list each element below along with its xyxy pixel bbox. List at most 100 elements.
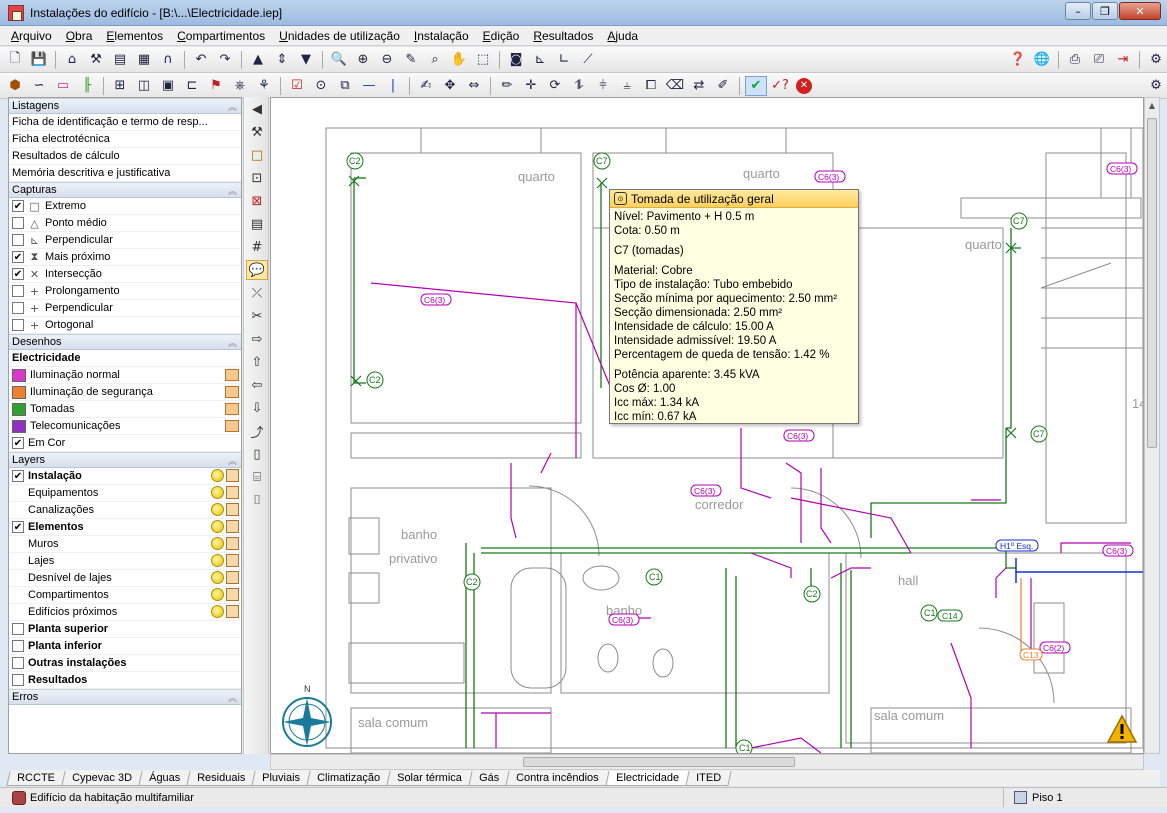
layer-row[interactable]: Desnível de lajes xyxy=(9,570,241,587)
drawing-style-icon[interactable] xyxy=(225,369,239,381)
layer-checkbox[interactable] xyxy=(12,640,24,652)
zoom-icon[interactable]: ⊖ xyxy=(376,50,398,70)
module-tab[interactable]: Residuais xyxy=(186,771,256,786)
check-question-icon[interactable]: ✓? xyxy=(769,76,791,96)
close-button[interactable]: ✕ xyxy=(1119,2,1161,20)
web-icon[interactable]: 🌐 xyxy=(1031,50,1053,70)
capture-checkbox[interactable] xyxy=(12,234,24,246)
em-cor-checkbox[interactable]: ✔ xyxy=(12,437,24,449)
circuit-tag[interactable]: C7 xyxy=(1010,212,1028,230)
riser-icon[interactable]: ⌸ xyxy=(246,467,268,487)
move-icon[interactable]: ✥ xyxy=(439,76,461,96)
visibility-bulb-icon[interactable] xyxy=(211,520,224,533)
layer-row[interactable]: Canalizações xyxy=(9,502,241,519)
box-3d-icon[interactable] xyxy=(226,605,239,618)
layer-row[interactable]: Equipamentos xyxy=(9,485,241,502)
grid-icon[interactable]: ▦ xyxy=(133,50,155,70)
layer-row[interactable]: Planta inferior xyxy=(9,638,241,655)
arrow-up-icon[interactable]: ⇧ xyxy=(246,352,268,372)
zoom-previous-icon[interactable]: ⌕ xyxy=(424,50,446,70)
circuit-tag[interactable]: C7 xyxy=(593,152,611,170)
equipment-icon[interactable]: ⎈ xyxy=(229,76,251,96)
floor-down-icon[interactable]: ▼ xyxy=(295,50,317,70)
visibility-bulb-icon[interactable] xyxy=(211,605,224,618)
opening-icon[interactable]: ⊏ xyxy=(181,76,203,96)
arrow-right-icon[interactable]: ⇨ xyxy=(246,329,268,349)
cable-tag[interactable]: C6(3) xyxy=(608,613,640,626)
pan-icon[interactable]: ✋ xyxy=(448,50,470,70)
measure-icon[interactable]: ⊾ xyxy=(529,50,551,70)
drawing-style-icon[interactable] xyxy=(225,420,239,432)
extinguisher-icon[interactable]: ⚑ xyxy=(205,76,227,96)
circuit-tag[interactable]: C2 xyxy=(803,585,821,603)
list-item[interactable]: Ficha electrotécnica xyxy=(9,131,241,148)
module-tab[interactable]: Solar térmica xyxy=(386,771,473,786)
angle-icon[interactable]: ∟ xyxy=(553,50,575,70)
layer-checkbox[interactable] xyxy=(12,623,24,635)
connect-icon[interactable]: ⤴ xyxy=(246,421,268,441)
redo-icon[interactable]: ↷ xyxy=(214,50,236,70)
cable-tag[interactable]: C6(3) xyxy=(1102,544,1134,557)
floor-up-icon[interactable]: ▲ xyxy=(247,50,269,70)
cancel-icon[interactable]: ✕ xyxy=(793,76,815,96)
pipe-icon[interactable]: ∽ xyxy=(28,76,50,96)
zoom-window-icon[interactable]: 🔍 xyxy=(328,50,350,70)
circuit-tag[interactable]: C2 xyxy=(463,573,481,591)
drawing-row[interactable]: Iluminação de segurança xyxy=(9,384,241,401)
cable-tag[interactable]: C6(3) xyxy=(814,170,846,183)
circuit-tag[interactable]: C7 xyxy=(1030,425,1048,443)
status-floor[interactable]: Piso 1 xyxy=(1032,792,1063,804)
drawing-row[interactable]: Telecomunicações xyxy=(9,418,241,435)
cable-tag[interactable]: C6(3) xyxy=(690,484,722,497)
layer-row[interactable]: ✔ Instalação xyxy=(9,468,241,485)
module-tab[interactable]: ITED xyxy=(685,771,732,786)
export-icon[interactable]: ⇥ xyxy=(1112,50,1134,70)
listagens-header[interactable]: Listagens ︽ xyxy=(9,98,241,114)
cut-icon[interactable]: ✂ xyxy=(246,306,268,326)
box-3d-icon[interactable] xyxy=(226,554,239,567)
layer-icon[interactable]: ▤ xyxy=(246,214,268,234)
visibility-bulb-icon[interactable] xyxy=(211,588,224,601)
split-icon[interactable]: ⫩ xyxy=(592,76,614,96)
grid-icon[interactable]: # xyxy=(246,237,268,257)
plot-icon[interactable]: ⎚ xyxy=(1088,50,1110,70)
cable-tag[interactable]: C6(2) xyxy=(1039,641,1071,654)
cable-tag[interactable]: C6(3) xyxy=(783,429,815,442)
capture-checkbox[interactable] xyxy=(12,285,24,297)
module-tab[interactable]: Gás xyxy=(468,771,510,786)
stairs-icon[interactable]: ⊞ xyxy=(109,76,131,96)
draw-icon[interactable]: ✍ xyxy=(415,76,437,96)
vertical-line-icon[interactable]: | xyxy=(382,76,404,96)
config-icon[interactable]: ⚙ xyxy=(1145,50,1167,70)
scroll-thumb[interactable] xyxy=(1147,118,1157,448)
erase-icon[interactable]: ⌫ xyxy=(664,76,686,96)
visibility-bulb-icon[interactable] xyxy=(211,469,224,482)
box-3d-icon[interactable] xyxy=(226,588,239,601)
cable-tag[interactable]: C14 xyxy=(937,609,963,622)
circuit-tag[interactable]: C1 xyxy=(735,739,753,754)
capture-row[interactable]: ✔ □ Extremo xyxy=(9,198,241,215)
new-file-icon[interactable]: 🗋 xyxy=(4,50,26,70)
drawing-row[interactable]: Iluminação normal xyxy=(9,367,241,384)
capture-row[interactable]: + Perpendicular xyxy=(9,300,241,317)
building-icon[interactable]: ⌂ xyxy=(61,50,83,70)
layer-row[interactable]: Muros xyxy=(9,536,241,553)
horizontal-scrollbar[interactable] xyxy=(270,754,1144,770)
snap-square-icon[interactable]: □ xyxy=(246,145,268,165)
layer-checkbox[interactable] xyxy=(12,674,24,686)
line-icon[interactable]: — xyxy=(358,76,380,96)
tools-icon[interactable]: ⚒ xyxy=(246,122,268,142)
binoculars-icon[interactable]: ◙ xyxy=(505,50,527,70)
undo-icon[interactable]: ↶ xyxy=(190,50,212,70)
capture-row[interactable]: ✔ ✕ Intersecção xyxy=(9,266,241,283)
copy-properties-icon[interactable]: ⧉ xyxy=(334,76,356,96)
column-icon[interactable]: ▯ xyxy=(246,444,268,464)
swap-icon[interactable]: ⇄ xyxy=(688,76,710,96)
layer-checkbox[interactable]: ✔ xyxy=(12,521,24,533)
visibility-bulb-icon[interactable] xyxy=(211,503,224,516)
save-icon[interactable]: 💾 xyxy=(28,50,50,70)
layers-header[interactable]: Layers ︽ xyxy=(9,452,241,468)
move-group-icon[interactable]: ⇔ xyxy=(463,76,485,96)
menu-elementos[interactable]: Elementos xyxy=(99,29,170,43)
dimension-icon[interactable]: ⟋ xyxy=(577,50,599,70)
